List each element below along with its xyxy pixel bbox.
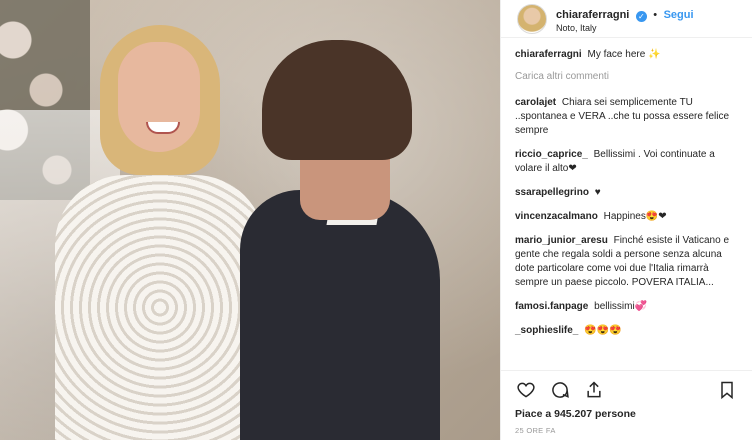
- action-bar: [501, 370, 752, 408]
- comment-username[interactable]: vincenzacalmano: [515, 211, 598, 222]
- likes-count[interactable]: Piace a 945.207 persone: [501, 408, 752, 424]
- timestamp: 25 ORE FA: [515, 426, 556, 435]
- comment-text: 😍😍😍: [584, 325, 622, 336]
- comment-username[interactable]: riccio_caprice_: [515, 149, 588, 160]
- post-photo[interactable]: [0, 0, 500, 440]
- list-item: famosi.fanpage bellissimi💞: [515, 300, 738, 314]
- comment-username[interactable]: mario_junior_aresu: [515, 235, 608, 246]
- separator-dot: •: [653, 8, 658, 21]
- comment-username[interactable]: ssarapellegrino: [515, 187, 589, 198]
- avatar[interactable]: [517, 3, 547, 34]
- location-link[interactable]: Noto, Italy: [556, 23, 694, 34]
- list-item: _sophieslife_ 😍😍😍: [515, 324, 738, 338]
- post-header: chiaraferragni ✓ • Segui Noto, Italy: [501, 0, 752, 38]
- follow-button[interactable]: Segui: [664, 9, 694, 21]
- list-item: carolajet Chiara sei semplicemente TU ..…: [515, 96, 738, 138]
- groom-suit: [240, 190, 440, 440]
- caption: chiaraferragni My face here ✨: [515, 48, 738, 62]
- bride-face: [118, 42, 200, 152]
- comment-text: ♥: [594, 187, 601, 198]
- verified-badge-icon: ✓: [635, 10, 647, 22]
- post-sidebar: chiaraferragni ✓ • Segui Noto, Italy chi…: [500, 0, 752, 440]
- load-more-comments-button[interactable]: Carica altri commenti: [515, 70, 738, 84]
- comment-username[interactable]: _sophieslife_: [515, 325, 578, 336]
- heart-icon[interactable]: [515, 379, 537, 401]
- comment-username[interactable]: carolajet: [515, 97, 556, 108]
- header-username[interactable]: chiaraferragni: [556, 9, 629, 21]
- lace-dress: [55, 175, 265, 440]
- list-item: vincenzacalmano Happines😍❤: [515, 210, 738, 224]
- list-item: mario_junior_aresu Finché esiste il Vati…: [515, 234, 738, 290]
- groom-hair: [262, 40, 412, 160]
- comment-text: bellissimi💞: [594, 301, 648, 312]
- list-item: riccio_caprice_ Bellissimi . Voi continu…: [515, 148, 738, 176]
- comment-username[interactable]: famosi.fanpage: [515, 301, 588, 312]
- comment-text: Happines😍❤: [603, 211, 667, 222]
- bookmark-icon[interactable]: [716, 379, 738, 401]
- caption-text: My face here ✨: [587, 49, 661, 60]
- caption-username[interactable]: chiaraferragni: [515, 49, 582, 60]
- list-item: ssarapellegrino ♥: [515, 186, 738, 200]
- share-icon[interactable]: [583, 379, 605, 401]
- instagram-post: chiaraferragni ✓ • Segui Noto, Italy chi…: [0, 0, 752, 440]
- comments-list[interactable]: chiaraferragni My face here ✨ Carica alt…: [501, 38, 752, 370]
- comment-icon[interactable]: [549, 379, 571, 401]
